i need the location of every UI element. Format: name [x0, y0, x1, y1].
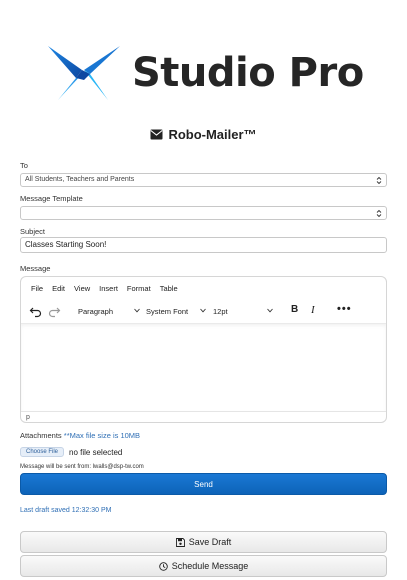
editor-menubar: File Edit View Insert Format Table	[31, 284, 178, 293]
to-select-value: All Students, Teachers and Parents	[25, 176, 135, 183]
font-family-value: System Font	[146, 306, 189, 316]
bold-icon[interactable]: B	[291, 304, 298, 315]
font-size-value: 12pt	[213, 306, 228, 316]
file-input: Choose File no file selected	[20, 447, 122, 457]
menu-table[interactable]: Table	[160, 284, 178, 293]
save-draft-button[interactable]: Save Draft	[20, 531, 387, 553]
schedule-message-label: Schedule Message	[171, 561, 249, 571]
menu-edit[interactable]: Edit	[52, 284, 65, 293]
studio-pro-logo-icon	[48, 46, 120, 100]
select-caret-icon	[376, 176, 382, 185]
subject-label: Subject	[20, 227, 46, 236]
font-family-dropdown[interactable]: System Font	[146, 305, 206, 317]
clock-icon	[158, 561, 168, 571]
subject-input[interactable]: Classes Starting Soon!	[20, 237, 387, 253]
menu-file[interactable]: File	[31, 284, 43, 293]
attachments-label-row: Attachments **Max file size is 10MB	[20, 431, 140, 440]
message-editor: File Edit View Insert Format Table Parag…	[20, 276, 387, 423]
logo-text: Studio Pro	[132, 50, 364, 96]
more-options-icon[interactable]: •••	[337, 303, 352, 315]
undo-icon[interactable]	[29, 304, 43, 318]
app-title-text: Robo-Mailer™	[168, 127, 257, 142]
redo-icon[interactable]	[47, 304, 61, 318]
to-select[interactable]: All Students, Teachers and Parents	[20, 173, 387, 187]
message-label: Message	[20, 264, 51, 273]
editor-element-path: p	[26, 414, 30, 421]
menu-format[interactable]: Format	[127, 284, 151, 293]
chevron-down-icon	[200, 308, 206, 313]
choose-file-button[interactable]: Choose File	[20, 447, 65, 457]
max-file-size-note: **Max file size is 10MB	[63, 431, 141, 440]
studio-pro-logo: Studio Pro	[46, 43, 366, 103]
menu-insert[interactable]: Insert	[99, 284, 118, 293]
chevron-down-icon	[267, 308, 273, 313]
sender-note: Message will be sent from: lwalls@dsp-tw…	[20, 464, 144, 470]
block-format-dropdown[interactable]: Paragraph	[78, 305, 140, 317]
template-select[interactable]	[20, 206, 387, 220]
save-draft-label: Save Draft	[188, 537, 232, 547]
to-label: To	[20, 161, 28, 170]
app-title: Robo-Mailer™	[0, 127, 407, 142]
editor-statusbar: p	[21, 411, 386, 422]
schedule-message-button[interactable]: Schedule Message	[20, 555, 387, 577]
block-format-value: Paragraph	[78, 306, 114, 316]
attachments-label: Attachments	[20, 431, 62, 440]
file-status-text: no file selected	[69, 447, 123, 457]
envelope-icon	[150, 129, 163, 140]
editor-toolbar: Paragraph System Font 12pt B I •••	[21, 301, 386, 321]
floppy-disk-icon	[175, 537, 185, 547]
chevron-down-icon	[134, 308, 140, 313]
menu-view[interactable]: View	[74, 284, 90, 293]
font-size-dropdown[interactable]: 12pt	[213, 305, 273, 317]
editor-content-area[interactable]	[21, 323, 386, 411]
send-button[interactable]: Send	[20, 473, 387, 495]
italic-icon[interactable]: I	[311, 304, 315, 316]
select-caret-icon	[376, 209, 382, 218]
template-label: Message Template	[20, 194, 83, 203]
draft-status: Last draft saved 12:32:30 PM	[20, 507, 112, 514]
